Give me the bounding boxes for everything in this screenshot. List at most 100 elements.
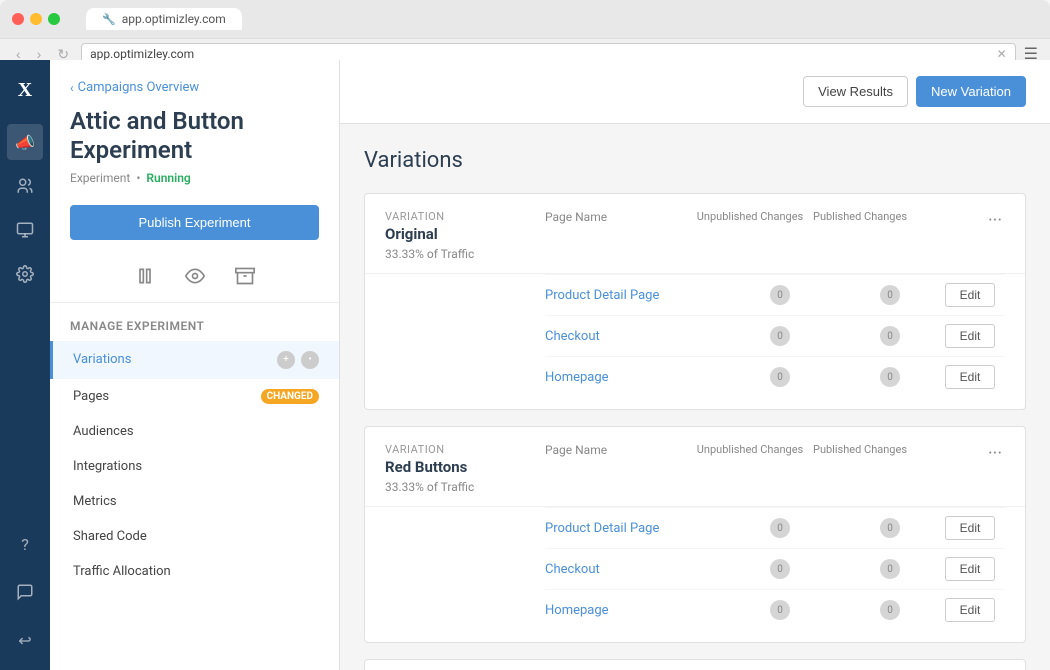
sidebar-item-campaigns[interactable]: 📣 — [7, 124, 43, 160]
sidebar-item-chat[interactable] — [7, 574, 43, 610]
menu-item-pages[interactable]: PagesCHANGED — [50, 379, 339, 414]
variation-card-0: VariationOriginal33.33% of TrafficPage N… — [364, 193, 1026, 410]
published-badge: 0 — [880, 600, 900, 620]
page-name-link[interactable]: Checkout — [545, 329, 725, 344]
variation-header: VariationOriginal33.33% of TrafficPage N… — [365, 194, 1025, 274]
unpublished-badge: 0 — [770, 367, 790, 387]
col-header-published: Published Changes — [805, 210, 915, 224]
table-header: Page NameUnpublished ChangesPublished Ch… — [545, 443, 975, 465]
maximize-dot[interactable] — [48, 13, 60, 25]
variation-more-button[interactable]: ··· — [975, 443, 1005, 464]
new-variation-button[interactable]: New Variation — [916, 76, 1026, 107]
edit-button[interactable]: Edit — [945, 557, 995, 581]
sidebar-item-monitor[interactable] — [7, 212, 43, 248]
variation-info: VariationOriginal33.33% of Traffic — [385, 210, 545, 261]
action-col: Edit — [945, 324, 1005, 348]
menu-item-label: Integrations — [73, 459, 142, 474]
clear-icon[interactable]: ✕ — [997, 47, 1007, 61]
unpublished-badge: 0 — [770, 285, 790, 305]
browser-chrome: 🔧 app.optimizley.com ‹ › ↻ app.optimizle… — [0, 0, 1050, 60]
table-rows: Product Detail Page00EditCheckout00EditH… — [365, 274, 1025, 409]
unpublished-count: 0 — [725, 285, 835, 305]
main-toolbar: View Results New Variation — [340, 60, 1050, 124]
action-col: Edit — [945, 557, 1005, 581]
sidebar-item-users[interactable] — [7, 168, 43, 204]
breadcrumb-link[interactable]: Campaigns Overview — [78, 80, 200, 95]
experiment-type: Experiment — [70, 171, 130, 185]
experiment-status: Running — [146, 171, 190, 185]
variation-name: Red Buttons — [385, 458, 545, 476]
menu-item-variations[interactable]: Variations+• — [50, 341, 339, 379]
table-row: Homepage 0 0 Edit — [545, 356, 1005, 397]
menu-item-audiences[interactable]: Audiences — [50, 414, 339, 449]
variation-more-icon[interactable]: • — [301, 351, 319, 369]
sidebar-nav: X 📣 ? ↩ — [0, 60, 50, 670]
edit-button[interactable]: Edit — [945, 324, 995, 348]
table-row: Product Detail Page 0 0 Edit — [545, 507, 1005, 548]
col-header-page: Page Name — [545, 210, 695, 224]
pause-button[interactable] — [135, 266, 155, 286]
table-header: Page NameUnpublished ChangesPublished Ch… — [545, 210, 975, 232]
published-count: 0 — [835, 518, 945, 538]
unpublished-badge: 0 — [770, 518, 790, 538]
app-logo: X — [7, 72, 43, 108]
view-results-button[interactable]: View Results — [803, 76, 908, 107]
published-badge: 0 — [880, 367, 900, 387]
edit-button[interactable]: Edit — [945, 283, 995, 307]
breadcrumb-arrow: ‹ — [70, 81, 74, 95]
variation-traffic: 33.33% of Traffic — [385, 247, 545, 261]
menu-item-metrics[interactable]: Metrics — [50, 484, 339, 519]
sidebar-item-back[interactable]: ↩ — [7, 622, 43, 658]
close-dot[interactable] — [12, 13, 24, 25]
logo-text: X — [18, 79, 32, 102]
menu-badge: CHANGED — [261, 389, 319, 404]
variations-list: VariationOriginal33.33% of TrafficPage N… — [364, 193, 1026, 670]
archive-button[interactable] — [235, 266, 255, 286]
main-content: View Results New Variation Variations Va… — [340, 60, 1050, 670]
action-col: Edit — [945, 516, 1005, 540]
browser-tab[interactable]: 🔧 app.optimizley.com — [86, 8, 242, 30]
variation-table: Page NameUnpublished ChangesPublished Ch… — [545, 210, 975, 232]
page-name-link[interactable]: Product Detail Page — [545, 288, 725, 303]
edit-button[interactable]: Edit — [945, 365, 995, 389]
page-name-link[interactable]: Product Detail Page — [545, 521, 725, 536]
variation-table: Page NameUnpublished ChangesPublished Ch… — [545, 443, 975, 465]
table-rows: Product Detail Page00EditCheckout00EditH… — [365, 507, 1025, 642]
experiment-meta: Experiment • Running — [50, 171, 339, 205]
menu-item-shared-code[interactable]: Shared Code — [50, 519, 339, 554]
unpublished-count: 0 — [725, 600, 835, 620]
published-count: 0 — [835, 559, 945, 579]
left-panel: ‹ Campaigns Overview Attic and Button Ex… — [50, 60, 340, 670]
main-scroll: Variations VariationOriginal33.33% of Tr… — [340, 124, 1050, 670]
sidebar-item-help[interactable]: ? — [7, 526, 43, 562]
variation-more-button[interactable]: ··· — [975, 210, 1005, 231]
menu-item-label: Metrics — [73, 494, 117, 509]
variation-info: VariationRed Buttons33.33% of Traffic — [385, 443, 545, 494]
quick-actions — [50, 256, 339, 303]
col-header-unpublished: Unpublished Changes — [695, 443, 805, 457]
unpublished-badge: 0 — [770, 559, 790, 579]
published-badge: 0 — [880, 285, 900, 305]
variation-card-1: VariationRed Buttons33.33% of TrafficPag… — [364, 426, 1026, 643]
page-name-link[interactable]: Checkout — [545, 562, 725, 577]
edit-button[interactable]: Edit — [945, 598, 995, 622]
tab-title: app.optimizley.com — [122, 12, 226, 26]
variation-add-icon[interactable]: + — [277, 351, 295, 369]
page-title: Variations — [364, 148, 1026, 173]
preview-button[interactable] — [185, 266, 205, 286]
tab-favicon: 🔧 — [102, 13, 116, 26]
sidebar-item-settings[interactable] — [7, 256, 43, 292]
menu-item-traffic-allocation[interactable]: Traffic Allocation — [50, 554, 339, 589]
menu-item-integrations[interactable]: Integrations — [50, 449, 339, 484]
page-name-link[interactable]: Homepage — [545, 603, 725, 618]
minimize-dot[interactable] — [30, 13, 42, 25]
experiment-title: Attic and Button Experiment — [50, 107, 339, 171]
page-name-link[interactable]: Homepage — [545, 370, 725, 385]
manage-experiment-label: Manage Experiment — [50, 303, 339, 341]
edit-button[interactable]: Edit — [945, 516, 995, 540]
menu-item-label: Traffic Allocation — [73, 564, 171, 579]
variation-label-text: Variation — [385, 443, 545, 456]
publish-experiment-button[interactable]: Publish Experiment — [70, 205, 319, 240]
address-text: app.optimizley.com — [90, 47, 194, 61]
published-badge: 0 — [880, 518, 900, 538]
